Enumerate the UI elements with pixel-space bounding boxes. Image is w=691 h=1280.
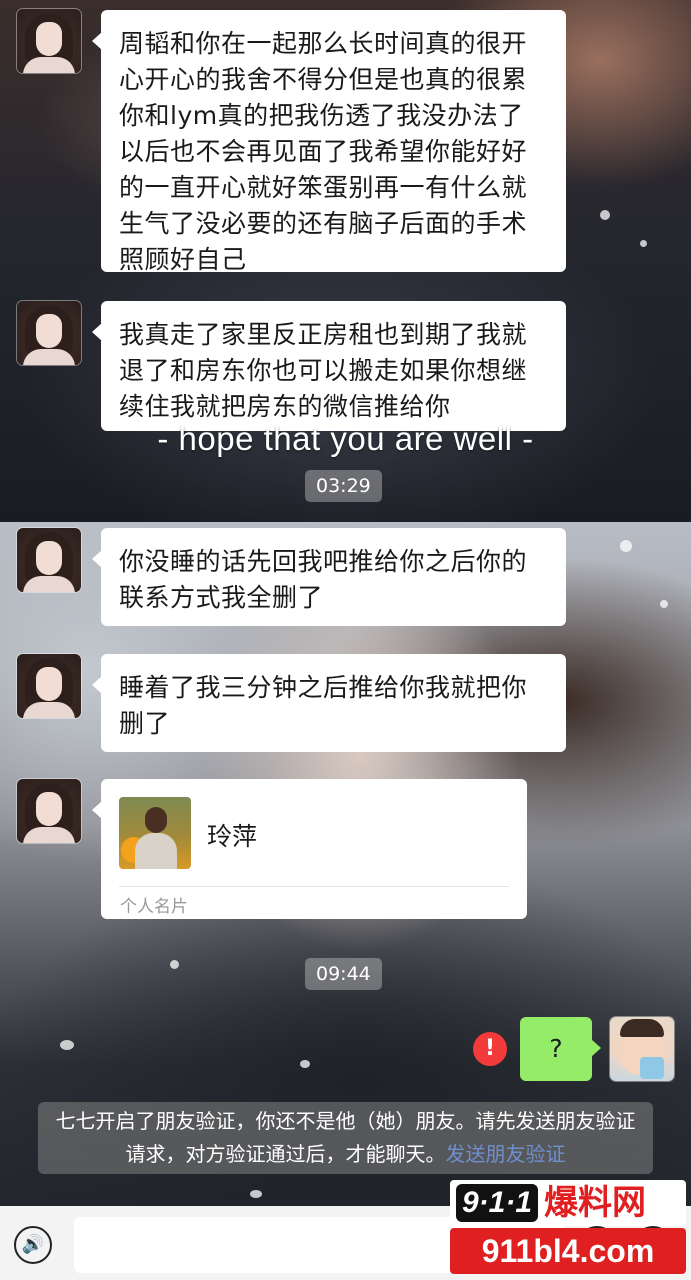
watermark-url: 911bl4.com — [450, 1228, 686, 1274]
avatar-shoulder — [23, 349, 75, 365]
received-message-bubble[interactable]: 我真走了家里反正房租也到期了我就退了和房东你也可以搬走如果你想继续住我就把房东的… — [92, 301, 566, 431]
received-message-bubble[interactable]: 睡着了我三分钟之后推给你我就把你删了 — [92, 654, 566, 752]
received-message-bubble[interactable]: 你没睡的话先回我吧推给你之后你的联系方式我全删了 — [92, 528, 566, 626]
received-message-bubble[interactable]: 周韬和你在一起那么长时间真的很开心开心的我舍不得分但是也真的很累你和lym真的把… — [92, 10, 566, 274]
snow-flake — [170, 960, 179, 969]
video-caption: - hope that you are well - — [157, 420, 534, 457]
contact-avatar[interactable] — [17, 528, 81, 592]
friend-verification-notice: 七七开启了朋友验证，你还不是他（她）朋友。请先发送朋友验证请求，对方验证通过后，… — [38, 1102, 653, 1174]
snow-flake — [60, 1040, 74, 1050]
sent-message-bubble[interactable]: ? — [520, 1017, 601, 1081]
avatar-shoulder — [23, 57, 75, 73]
snow-flake — [250, 1190, 262, 1198]
avatar-face — [36, 541, 62, 575]
contact-avatar[interactable] — [17, 779, 81, 843]
voice-icon[interactable]: 🔊 — [14, 1226, 52, 1264]
send-verification-link[interactable]: 发送朋友验证 — [446, 1142, 566, 1166]
contact-avatar[interactable] — [17, 654, 81, 718]
avatar-baby-hair — [620, 1019, 664, 1037]
contact-avatar[interactable] — [17, 301, 81, 365]
watermark-number: 9·1·1 — [456, 1184, 539, 1222]
avatar-bottle — [640, 1057, 664, 1079]
card-divider — [119, 886, 509, 887]
snow-flake — [660, 600, 668, 608]
timestamp: 09:44 — [305, 958, 382, 990]
watermark-label: 爆料网 — [544, 1183, 647, 1223]
avatar-face — [36, 792, 62, 826]
send-failed-icon[interactable]: ! — [473, 1032, 507, 1066]
photo-person-body — [135, 833, 177, 869]
card-contact-name: 玲萍 — [207, 822, 258, 851]
snow-flake — [300, 1060, 310, 1068]
snow-flake — [640, 240, 647, 247]
contact-card-message[interactable]: 玲萍 个人名片 — [92, 779, 527, 919]
avatar-face — [36, 22, 62, 56]
contact-avatar[interactable] — [17, 9, 81, 73]
avatar-face — [36, 667, 62, 701]
avatar-shoulder — [23, 702, 75, 718]
timestamp: 03:29 — [305, 470, 382, 502]
watermark-logo: 9·1·1 爆料网 — [450, 1180, 686, 1226]
photo-person-head — [145, 807, 167, 833]
card-contact-photo — [119, 797, 191, 869]
snow-flake — [620, 540, 632, 552]
avatar-shoulder — [23, 827, 75, 843]
snow-flake — [600, 210, 610, 220]
avatar-shoulder — [23, 576, 75, 592]
avatar-face — [36, 314, 62, 348]
my-avatar[interactable] — [610, 1017, 674, 1081]
card-type-label: 个人名片 — [120, 897, 188, 917]
